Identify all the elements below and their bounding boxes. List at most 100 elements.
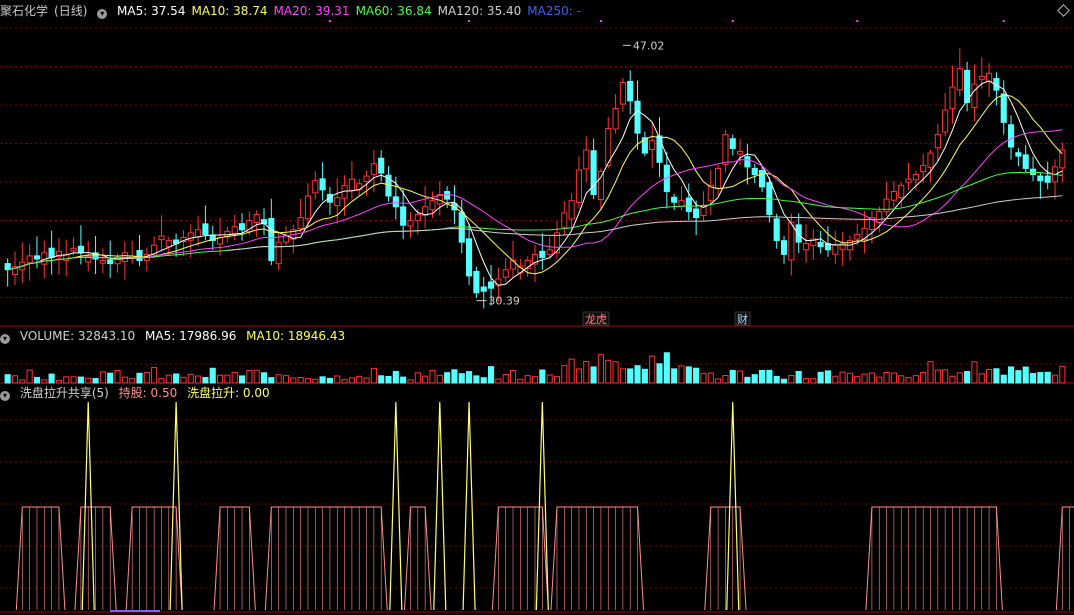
volume-bar [575,368,583,384]
volume-bar [927,361,934,384]
volume-bar [817,371,824,384]
candle-body [275,241,282,265]
volume-bar [627,368,634,384]
ma120-line [227,195,1063,251]
volume-bar [158,378,165,384]
candle-body [744,156,751,168]
volume-bar [678,365,685,384]
volume-bar [649,355,656,384]
volume-bar [964,371,971,384]
volume-bar [693,367,700,384]
candle-body [268,217,275,262]
volume-bar [422,375,429,384]
volume-bar [876,376,883,384]
indicator-title: 洗盘拉升共享(5) [19,386,109,400]
wash-spike [462,401,476,611]
volume-bar [136,372,143,384]
volume-bar [912,375,919,384]
candle-body [627,80,634,102]
candle-body [898,184,905,198]
wash-spike [389,401,403,611]
volume-bar [19,379,26,384]
candle-body [920,164,927,173]
volume-bar [634,365,641,384]
stock-chart-canvas[interactable]: 47.02 30.39 龙虎 财 [0,0,1074,615]
candle-body [612,108,619,130]
candle-body [312,180,319,194]
candle-body [649,140,656,150]
volume-bar [744,376,751,384]
chevron-down-icon[interactable]: ▾ [97,9,108,19]
candle-body [348,178,355,191]
candle-body [392,196,399,208]
chevron-down-icon[interactable]: ▾ [0,334,10,344]
volume-bar [99,371,106,384]
candle-body [107,259,114,265]
candle-body [678,200,685,207]
candle-body [986,72,993,82]
signal-dot [328,20,331,22]
volume-bar [400,376,407,384]
ma-label-1: MA10: 38.74 [191,4,268,18]
volume-bar [151,367,158,384]
ma-label-3: MA60: 36.84 [355,4,432,18]
volume-bar [268,377,275,384]
volume-bar [1000,374,1007,384]
volume-bar [260,372,268,384]
candle-body [1000,93,1007,123]
candle-body [238,223,246,231]
volume-title: VOLUME: 32843.10 [19,329,136,343]
candle-body [561,212,568,228]
volume-bar [1022,366,1029,384]
volume-bar [180,376,187,384]
volume-bar [905,376,912,384]
candle-body [773,218,780,242]
candle-body [165,240,172,248]
ma-label-5: MA250: - [527,4,581,18]
volume-bar [370,367,377,384]
candle-body [1037,175,1044,182]
candle-body [619,81,626,105]
event-tag-2: 财 [737,312,748,326]
volume-bar [729,369,736,384]
candle-body [480,286,487,292]
volume-bar [568,358,575,384]
volume-ma5: MA5: 17986.96 [145,329,237,343]
volume-bar [854,376,861,384]
candle-body [487,281,495,289]
volume-bar [238,375,246,384]
candle-body [370,163,377,175]
candle-body [685,197,692,212]
ma-label-0: MA5: 37.54 [117,4,186,18]
candle-body [158,235,165,241]
candle-body [509,260,517,270]
candle-body [575,169,583,203]
volume-bar [524,375,531,384]
chevron-down-icon[interactable]: ▾ [0,391,10,401]
candle-body [729,138,736,149]
volume-bar [129,378,136,384]
volume-bar [942,369,949,384]
volume-bar [795,370,802,384]
volume-bar [553,376,561,384]
volume-bar [495,378,502,384]
volume-bar [275,374,282,384]
volume-bar [993,368,1000,384]
candle-body [282,235,290,243]
candle-body [26,255,33,264]
indicator-hold: 持股: 0.50 [118,386,178,400]
candle-body [553,232,561,254]
volume-bar [986,369,993,384]
candle-body [693,208,700,219]
volume-bar [531,376,539,384]
candle-body [876,210,883,223]
volume-bar [253,369,260,384]
candle-body [334,197,341,207]
volume-bar [121,376,128,384]
volume-bar [348,377,355,384]
volume-bar [737,370,744,384]
volume-bar [590,366,597,384]
candle-body [905,178,912,183]
signal-dot [599,20,602,22]
volume-bar [868,372,875,384]
